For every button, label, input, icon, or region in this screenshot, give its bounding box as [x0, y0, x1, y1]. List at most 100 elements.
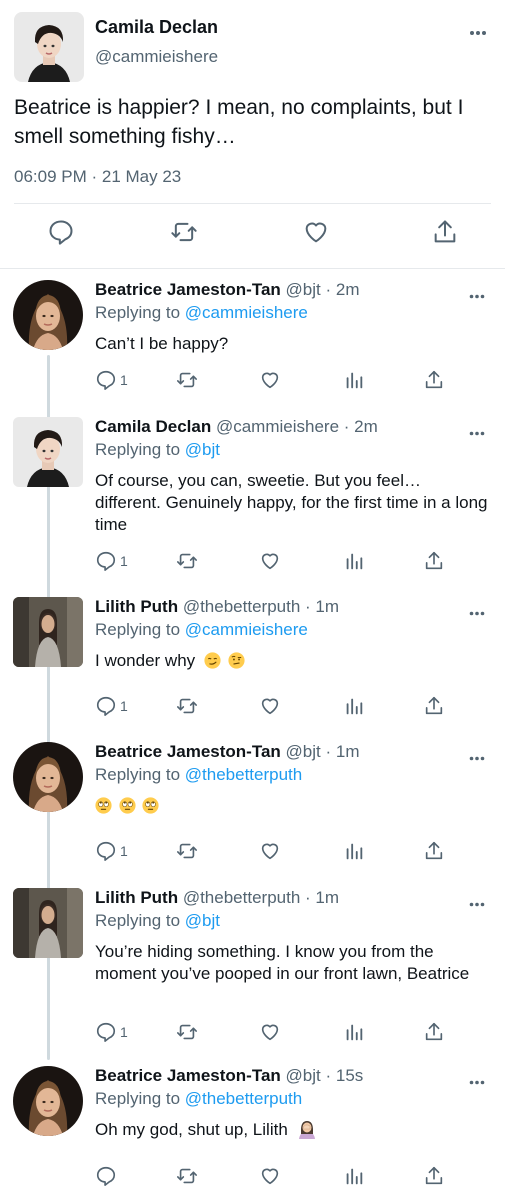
- replying-to: Replying to @bjt: [95, 911, 220, 930]
- retweet-icon[interactable]: [176, 368, 198, 392]
- reply-author-name[interactable]: Beatrice Jameston-Tan: [95, 1066, 281, 1085]
- share-icon[interactable]: [423, 1164, 445, 1188]
- like-icon[interactable]: [259, 1164, 281, 1188]
- share-icon[interactable]: [431, 218, 459, 246]
- reply-actions: 1: [0, 694, 505, 720]
- reply-icon[interactable]: 1: [95, 1020, 128, 1044]
- like-icon[interactable]: [302, 218, 330, 246]
- reply-author-name[interactable]: Lilith Puth: [95, 888, 178, 907]
- reply-text: You’re hiding something. I know you from…: [95, 942, 470, 983]
- share-icon[interactable]: [423, 1020, 445, 1044]
- reply-meta[interactable]: @thebetterputh · 1m: [183, 888, 339, 907]
- analytics-icon[interactable]: [343, 549, 365, 573]
- analytics-icon[interactable]: [343, 694, 365, 718]
- reply-meta[interactable]: @bjt · 2m: [286, 280, 360, 299]
- retweet-icon[interactable]: [176, 1164, 198, 1188]
- like-icon[interactable]: [259, 839, 281, 863]
- replying-to-handle[interactable]: @thebetterputh: [185, 1089, 302, 1108]
- retweet-icon[interactable]: [176, 839, 198, 863]
- avatar-lilith[interactable]: [13, 597, 83, 667]
- replying-to: Replying to @cammieishere: [95, 303, 308, 322]
- avatar-beatrice[interactable]: [13, 1066, 83, 1136]
- reply-count: 1: [120, 553, 128, 569]
- reply-header: Lilith Puth @thebetterputh · 1m: [95, 597, 339, 617]
- retweet-icon[interactable]: [176, 549, 198, 573]
- retweet-icon[interactable]: [170, 218, 198, 246]
- reply-meta[interactable]: @bjt · 15s: [286, 1066, 364, 1085]
- replying-to: Replying to @thebetterputh: [95, 765, 303, 784]
- face-with-raised-eyebrow-emoji: [228, 652, 245, 669]
- reply-actions: 1: [0, 839, 505, 865]
- reply-icon[interactable]: 1: [95, 368, 128, 392]
- share-icon[interactable]: [423, 368, 445, 392]
- share-icon[interactable]: [423, 549, 445, 573]
- reply-icon[interactable]: [47, 218, 75, 246]
- reply-icon[interactable]: [95, 1164, 120, 1188]
- more-options-icon[interactable]: [469, 1072, 485, 1090]
- share-icon[interactable]: [423, 694, 445, 718]
- reply-text: I wonder why: [95, 650, 490, 672]
- reply-actions: [0, 1164, 505, 1190]
- more-options-icon[interactable]: [469, 23, 487, 41]
- like-icon[interactable]: [259, 368, 281, 392]
- avatar-camila[interactable]: [13, 417, 83, 487]
- like-icon[interactable]: [259, 1020, 281, 1044]
- reply-author-name[interactable]: Camila Declan: [95, 417, 211, 436]
- replying-to-handle[interactable]: @cammieishere: [185, 303, 308, 322]
- reply-tweet[interactable]: Beatrice Jameston-Tan @bjt · 1m Replying…: [0, 732, 505, 876]
- avatar-camila[interactable]: [14, 12, 84, 82]
- reply-icon[interactable]: 1: [95, 694, 128, 718]
- more-options-icon[interactable]: [469, 286, 485, 304]
- reply-header: Beatrice Jameston-Tan @bjt · 15s: [95, 1066, 363, 1086]
- reply-icon[interactable]: 1: [95, 549, 128, 573]
- reply-tweet[interactable]: Beatrice Jameston-Tan @bjt · 2m Replying…: [0, 270, 505, 405]
- tweet-timestamp[interactable]: 06:09 PM · 21 May 23: [14, 167, 181, 187]
- more-options-icon[interactable]: [469, 748, 485, 766]
- avatar-beatrice[interactable]: [13, 742, 83, 812]
- reply-tweet[interactable]: Camila Declan @cammieishere · 2m Replyin…: [0, 407, 505, 585]
- reply-tweet[interactable]: Beatrice Jameston-Tan @bjt · 15s Replyin…: [0, 1056, 505, 1200]
- replying-to: Replying to @thebetterputh: [95, 1089, 303, 1108]
- reply-meta[interactable]: @bjt · 1m: [286, 742, 360, 761]
- retweet-icon[interactable]: [176, 1020, 198, 1044]
- reply-count: 1: [120, 372, 128, 388]
- rolling-eyes-emoji: [142, 797, 160, 814]
- like-icon[interactable]: [259, 694, 281, 718]
- replying-to-handle[interactable]: @bjt: [185, 440, 220, 459]
- reply-actions: 1: [0, 368, 505, 394]
- reply-author-name[interactable]: Beatrice Jameston-Tan: [95, 742, 281, 761]
- avatar-beatrice[interactable]: [13, 280, 83, 350]
- replying-to-handle[interactable]: @thebetterputh: [185, 765, 302, 784]
- reply-header: Beatrice Jameston-Tan @bjt · 2m: [95, 280, 359, 300]
- more-options-icon[interactable]: [469, 423, 485, 441]
- reply-author-name[interactable]: Lilith Puth: [95, 597, 178, 616]
- reply-text: [95, 795, 490, 817]
- replying-to-handle[interactable]: @bjt: [185, 911, 220, 930]
- reply-count: 1: [120, 1024, 128, 1040]
- smirking-face-emoji: [204, 652, 221, 669]
- reply-header: Camila Declan @cammieishere · 2m: [95, 417, 378, 437]
- analytics-icon[interactable]: [343, 1164, 365, 1188]
- reply-tweet[interactable]: Lilith Puth @thebetterputh · 1m Replying…: [0, 878, 505, 1054]
- more-options-icon[interactable]: [469, 603, 485, 621]
- like-icon[interactable]: [259, 549, 281, 573]
- analytics-icon[interactable]: [343, 839, 365, 863]
- reply-meta[interactable]: @cammieishere · 2m: [216, 417, 378, 436]
- reply-meta[interactable]: @thebetterputh · 1m: [183, 597, 339, 616]
- reply-author-name[interactable]: Beatrice Jameston-Tan: [95, 280, 281, 299]
- reply-text: Can’t I be happy?: [95, 334, 229, 353]
- replying-to-handle[interactable]: @cammieishere: [185, 620, 308, 639]
- more-options-icon[interactable]: [469, 894, 485, 912]
- reply-icon[interactable]: 1: [95, 839, 128, 863]
- woman-facepalming-emoji: [297, 1119, 317, 1139]
- reply-tweet[interactable]: Lilith Puth @thebetterputh · 1m Replying…: [0, 587, 505, 730]
- share-icon[interactable]: [423, 839, 445, 863]
- retweet-icon[interactable]: [176, 694, 198, 718]
- author-name[interactable]: Camila Declan: [95, 17, 218, 38]
- avatar-lilith[interactable]: [13, 888, 83, 958]
- author-handle[interactable]: @cammieishere: [95, 47, 218, 67]
- reply-text-content: Oh my god, shut up, Lilith: [95, 1120, 288, 1139]
- replying-to: Replying to @cammieishere: [95, 620, 308, 639]
- analytics-icon[interactable]: [343, 368, 365, 392]
- analytics-icon[interactable]: [343, 1020, 365, 1044]
